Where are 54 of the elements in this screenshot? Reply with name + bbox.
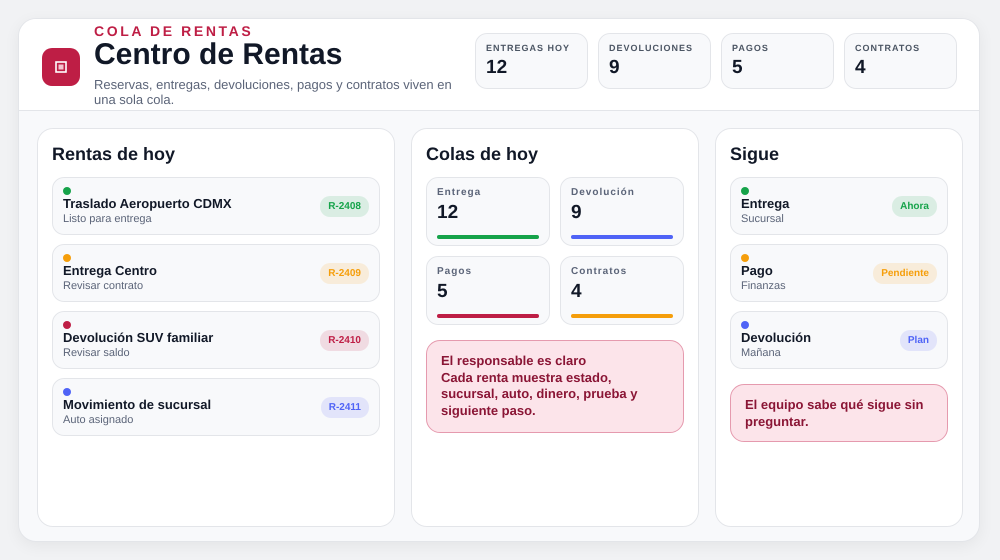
queue-label: Pagos — [437, 266, 474, 278]
rental-item[interactable]: Devolución SUV familiar Revisar saldo R-2410 — [52, 311, 380, 369]
rental-item[interactable]: Pago Finanzas Pendiente — [730, 244, 948, 302]
page-title: Centro de Rentas — [94, 38, 344, 70]
panel-title: Colas de hoy — [426, 143, 540, 165]
item-title: Traslado Aeropuerto CDMX — [63, 196, 233, 212]
status-badge: Pendiente — [873, 262, 937, 284]
panel-title: Sigue — [730, 143, 780, 165]
item-title: Pago — [741, 262, 774, 278]
rental-item[interactable]: Devolución Mañana Plan — [730, 311, 948, 369]
queue-count: 5 — [437, 281, 449, 303]
eyebrow-label: COLA DE RENTAS — [94, 22, 254, 38]
stat-label: PAGOS — [732, 43, 770, 54]
page-subtitle: Reservas, entregas, devoluciones, pagos y contratos viven en una sola cola. — [94, 76, 453, 106]
stat-value: 12 — [486, 57, 508, 79]
stat-value: 5 — [732, 57, 744, 79]
item-subtitle: Auto asignado — [63, 412, 134, 426]
panel-title: Rentas de hoy — [52, 143, 176, 165]
note-text: Cada renta muestra estado, sucursal, auto, dinero, prueba y siguiente paso. — [441, 370, 638, 419]
status-badge: R-2411 — [320, 396, 369, 418]
item-title: Devolución SUV familiar — [63, 330, 214, 346]
stat-value: 4 — [855, 57, 867, 79]
queue-count: 12 — [437, 202, 460, 224]
stat-label: CONTRATOS — [855, 43, 922, 54]
status-badge: R-2408 — [320, 196, 369, 216]
note-text: El equipo sabe qué sigue sin preguntar. — [745, 397, 924, 430]
status-badge: Plan — [900, 330, 937, 350]
stat-label: DEVOLUCIONES — [609, 43, 694, 54]
item-subtitle: Revisar saldo — [63, 346, 131, 360]
rental-item[interactable]: Traslado Aeropuerto CDMX Listo para entrega R-2408 — [52, 177, 380, 235]
status-badge: R-2410 — [320, 330, 369, 350]
item-subtitle: Listo para entrega — [63, 212, 153, 226]
item-title: Entrega Centro — [63, 262, 158, 278]
queue-label: Entrega — [437, 187, 482, 199]
status-badge: Ahora — [892, 196, 937, 216]
note-title: El responsable es claro — [441, 353, 588, 370]
queue-count: 4 — [571, 281, 583, 303]
stat-value: 9 — [609, 57, 621, 79]
stat-label: ENTREGAS HOY — [486, 43, 572, 54]
item-title: Movimiento de sucursal — [63, 396, 212, 412]
item-subtitle: Mañana — [741, 346, 782, 360]
item-title: Devolución — [741, 330, 812, 346]
queue-count: 9 — [571, 202, 583, 224]
rental-item[interactable]: Entrega Centro Revisar contrato R-2409 — [52, 244, 380, 302]
item-subtitle: Sucursal — [741, 212, 785, 226]
item-subtitle: Revisar contrato — [63, 278, 144, 292]
queue-label: Devolución — [571, 187, 636, 199]
queue-label: Contratos — [571, 266, 628, 278]
rental-item[interactable]: Movimiento de sucursal Auto asignado R-2411 — [52, 378, 380, 436]
item-subtitle: Finanzas — [741, 278, 787, 292]
item-title: Entrega — [741, 196, 790, 212]
rental-item[interactable]: Entrega Sucursal Ahora — [730, 177, 948, 235]
app-logo-icon — [42, 48, 80, 86]
status-badge: R-2409 — [320, 262, 369, 284]
